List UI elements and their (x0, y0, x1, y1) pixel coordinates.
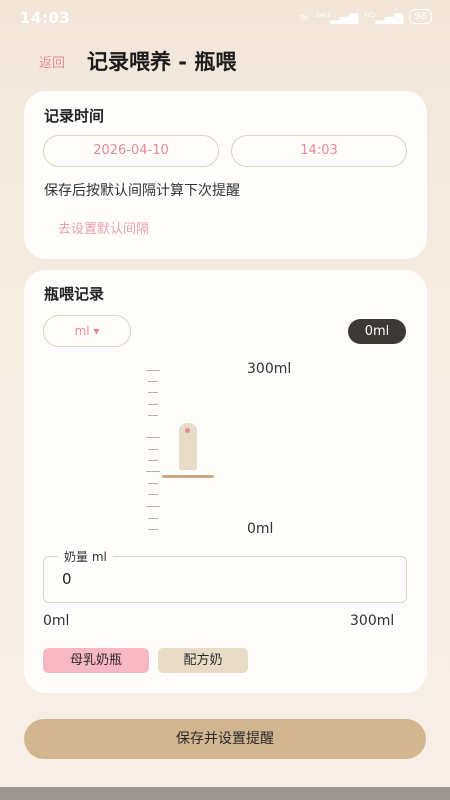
status-bar: 14:03 ≈ ˢ⁴ᴳ▂▄▆ ᴴᴰ▂▄▆ 98 (0, 0, 450, 36)
scale-min-label: 0ml (247, 521, 274, 537)
scale-tick (148, 460, 158, 461)
status-icons: ≈ ˢ⁴ᴳ▂▄▆ ᴴᴰ▂▄▆ 98 (299, 9, 432, 24)
slider-handle[interactable] (162, 475, 214, 478)
scale-tick (148, 494, 158, 495)
scale-tick (148, 449, 158, 450)
scale-tick (148, 404, 158, 405)
scale-tick (146, 370, 160, 371)
amount-field[interactable]: 奶量 ml 0 (43, 548, 407, 603)
current-volume-badge: 0ml (348, 319, 406, 344)
unit-select[interactable]: ml ▾ (43, 315, 131, 347)
milk-type-formula[interactable]: 配方奶 (158, 648, 248, 673)
scale-tick (148, 518, 158, 519)
scale-max-label: 300ml (247, 361, 292, 377)
scale-tick (146, 506, 160, 507)
navigation-bar (0, 787, 450, 800)
reminder-hint: 保存后按默认间隔计算下次提醒 (44, 183, 240, 199)
back-button[interactable]: 返回 (39, 52, 65, 71)
date-picker[interactable]: 2026-04-10 (43, 135, 219, 167)
bottle-record-title: 瓶喂记录 (44, 285, 105, 303)
bottle-record-card: 瓶喂记录 ml ▾ 0ml 300ml 0ml 奶量 ml 0 0ml 300m… (24, 270, 427, 693)
amount-field-label: 奶量 ml (58, 548, 113, 565)
scale-tick (146, 471, 160, 472)
record-time-title: 记录时间 (44, 107, 105, 125)
amount-field-value[interactable]: 0 (62, 570, 72, 588)
page-title: 记录喂养 - 瓶喂 (87, 50, 237, 74)
set-default-interval-link[interactable]: 去设置默认间隔 (58, 218, 149, 237)
time-picker[interactable]: 14:03 (231, 135, 407, 167)
scale-tick (148, 381, 158, 382)
bottle-nipple-dot (185, 428, 190, 433)
range-max-label: 300ml (350, 613, 395, 629)
range-min-label: 0ml (43, 613, 70, 629)
signal-icon: ˢ⁴ᴳ▂▄▆ (315, 9, 359, 24)
status-time: 14:03 (20, 9, 71, 27)
wifi-icon: ≈ (299, 9, 310, 24)
record-time-card: 记录时间 2026-04-10 14:03 保存后按默认间隔计算下次提醒 去设置… (24, 91, 427, 259)
save-and-set-reminder-button[interactable]: 保存并设置提醒 (24, 719, 426, 759)
scale-tick (148, 483, 158, 484)
signal-icon-2: ᴴᴰ▂▄▆ (364, 9, 404, 24)
scale-tick (148, 415, 158, 416)
milk-type-breast-bottle[interactable]: 母乳奶瓶 (43, 648, 149, 673)
scale-tick (146, 437, 160, 438)
battery-icon: 98 (409, 9, 432, 24)
scale-tick (148, 529, 158, 530)
scale-tick (148, 392, 158, 393)
